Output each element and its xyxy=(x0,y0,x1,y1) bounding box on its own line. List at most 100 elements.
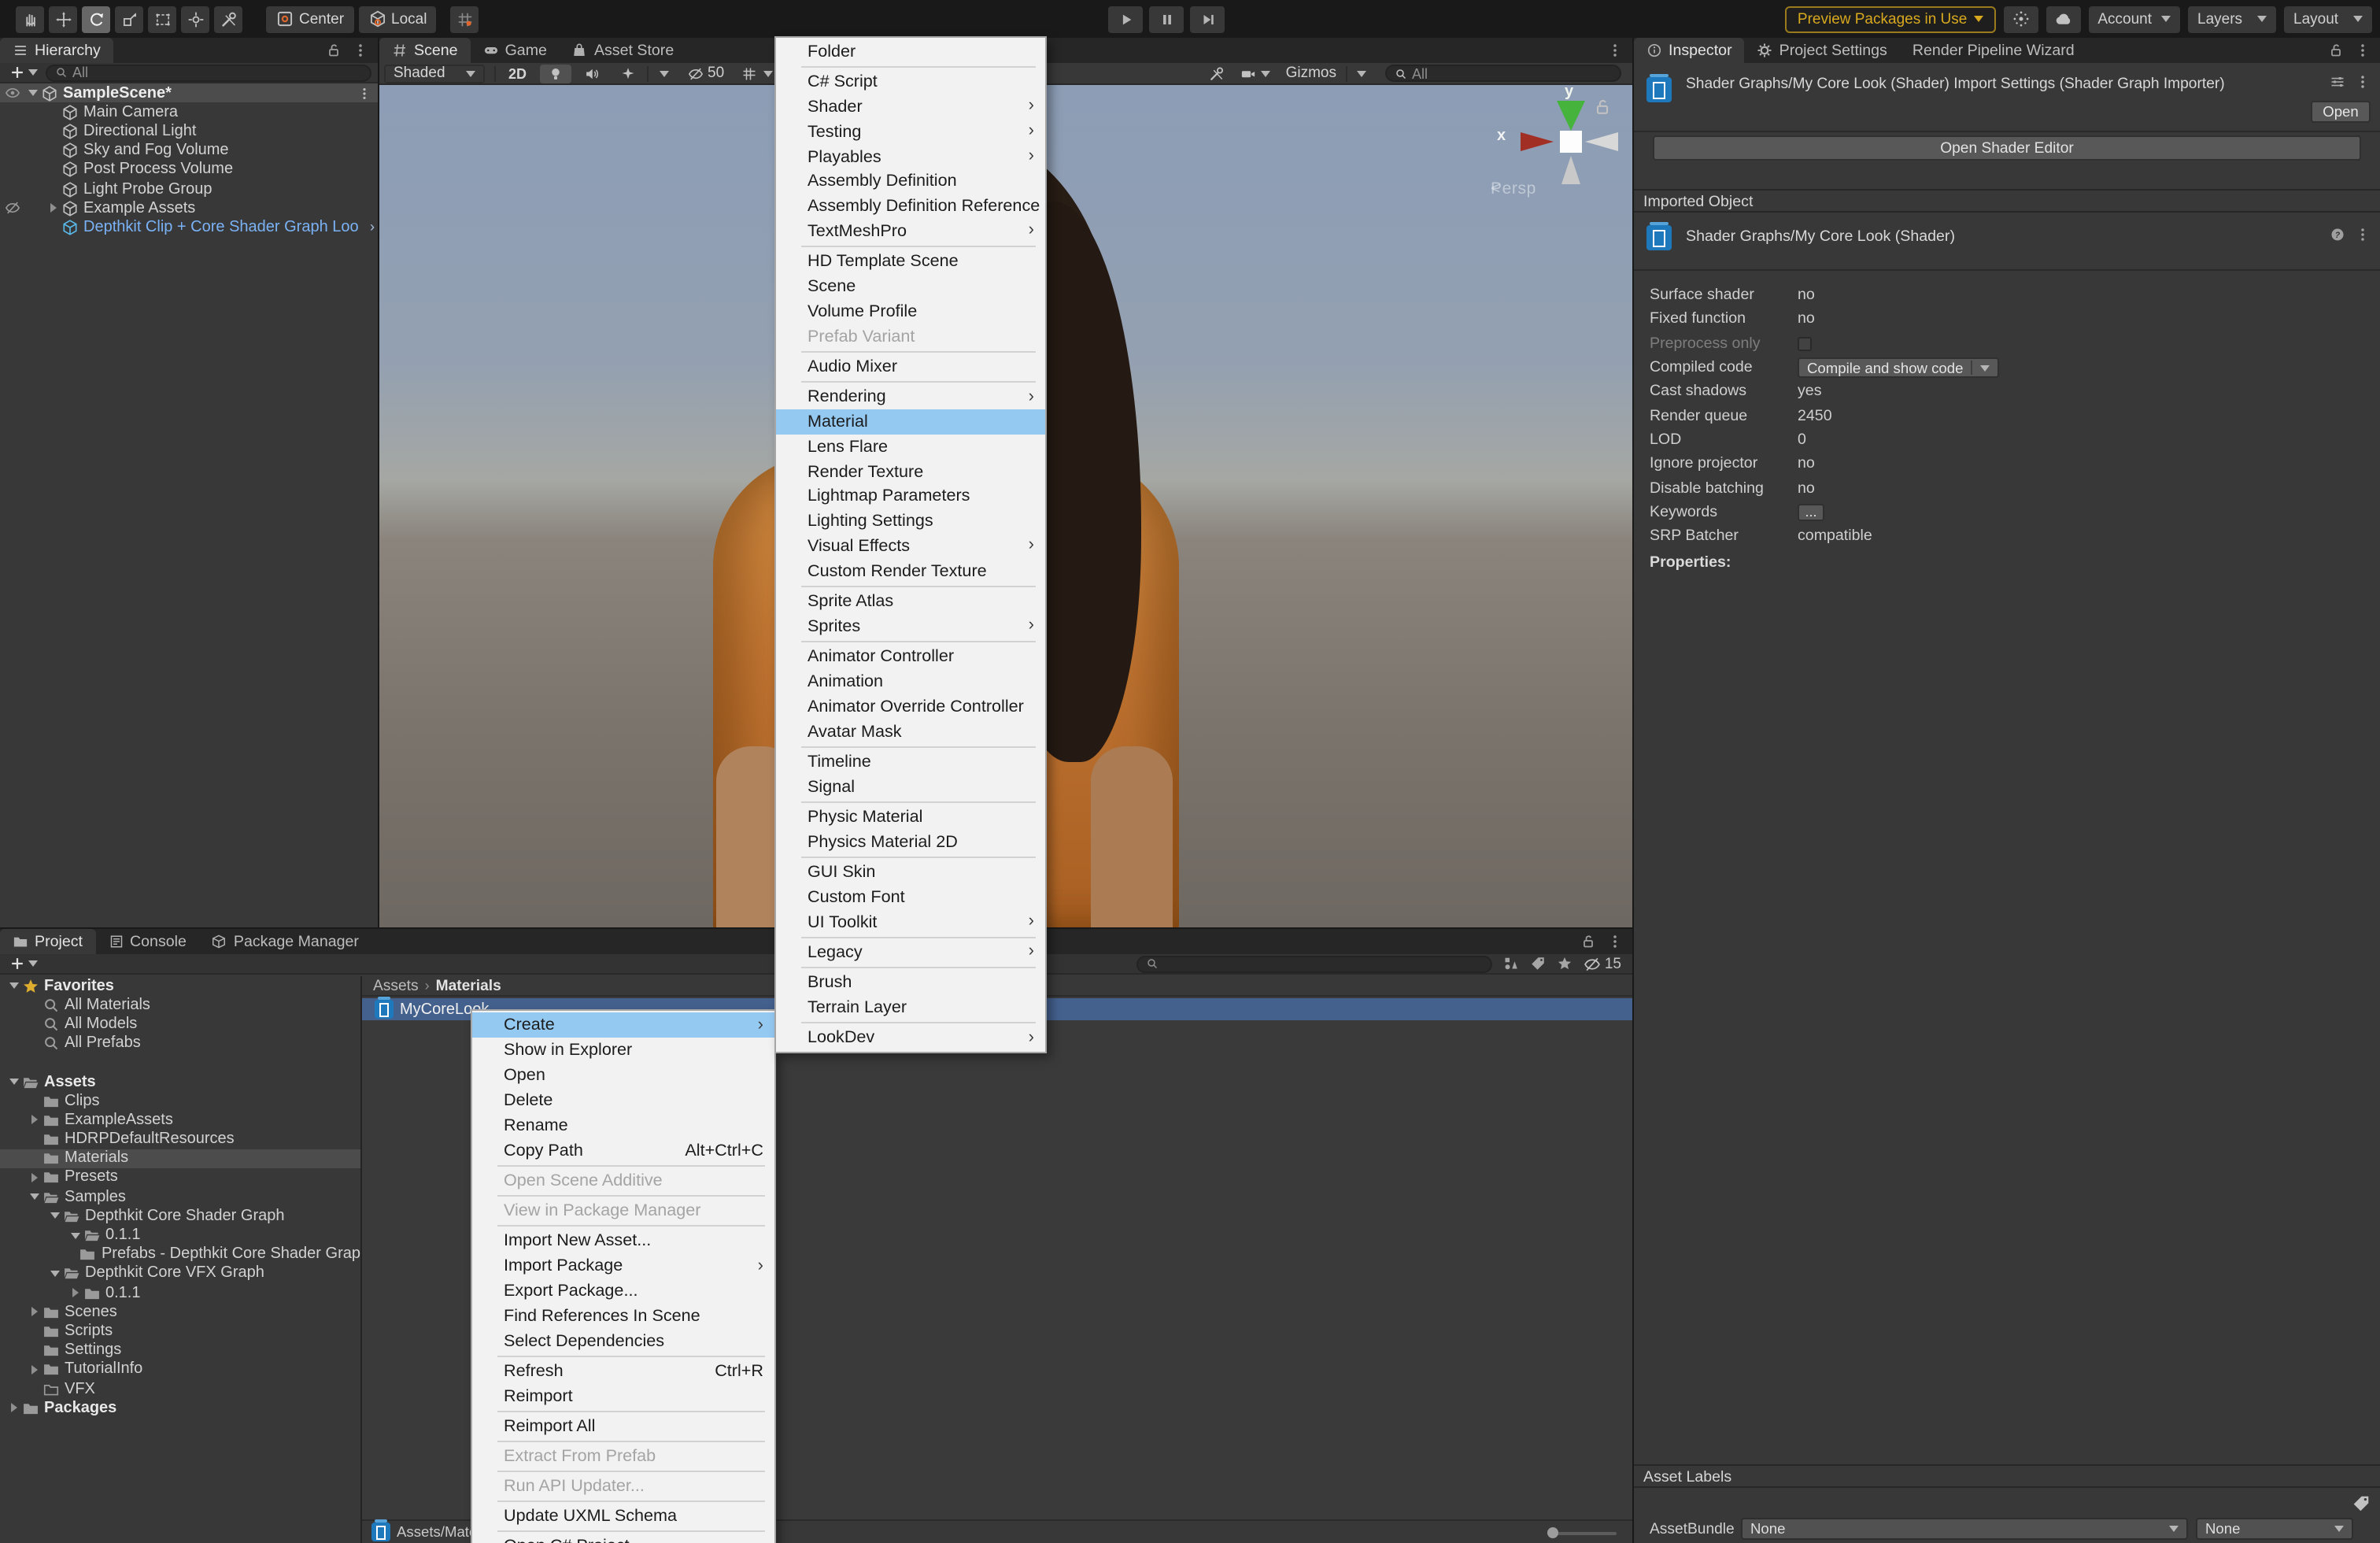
context-menu-item-import-new-asset[interactable]: Import New Asset... xyxy=(472,1228,774,1253)
project-tree-item-all-prefabs[interactable]: All Prefabs xyxy=(0,1034,360,1053)
kebab-menu-icon[interactable] xyxy=(2355,43,2371,58)
pivot-center-button[interactable]: Center xyxy=(266,6,353,32)
project-tree-item-clips[interactable]: Clips xyxy=(0,1091,360,1110)
tab-package-manager[interactable]: Package Manager xyxy=(199,929,371,954)
project-tree-item-presets[interactable]: Presets xyxy=(0,1168,360,1187)
hierarchy-create-button[interactable] xyxy=(6,65,41,80)
project-tree-item-samples[interactable]: Samples xyxy=(0,1187,360,1206)
scene-tools-button[interactable] xyxy=(1203,64,1231,83)
layout-dropdown[interactable]: Layout xyxy=(2284,6,2372,32)
context-menu-item-open-c-project[interactable]: Open C# Project xyxy=(472,1534,774,1543)
create-menu-item-gui-skin[interactable]: GUI Skin xyxy=(776,860,1045,885)
hierarchy-item-light-probe-group[interactable]: Light Probe Group xyxy=(0,179,378,198)
hierarchy-item-main-camera[interactable]: Main Camera xyxy=(0,102,378,121)
preview-packages-button[interactable]: Preview Packages in Use xyxy=(1785,6,1995,32)
account-dropdown[interactable]: Account xyxy=(2088,6,2180,32)
context-menu-item-reimport[interactable]: Reimport xyxy=(472,1384,774,1409)
cloud-button[interactable] xyxy=(2046,6,2080,32)
project-tree-item-0-1-1[interactable]: 0.1.1 xyxy=(0,1226,360,1245)
project-tree-item-settings[interactable]: Settings xyxy=(0,1341,360,1360)
hierarchy-item-depthkit-clip-core-shader-graph-loo[interactable]: Depthkit Clip + Core Shader Graph Loo› xyxy=(0,218,378,237)
hierarchy-item-example-assets[interactable]: Example Assets xyxy=(0,198,378,217)
create-menu-item-lighting-settings[interactable]: Lighting Settings xyxy=(776,509,1045,535)
grid-snap-button[interactable] xyxy=(450,6,479,32)
create-menu-item-assembly-definition[interactable]: Assembly Definition xyxy=(776,169,1045,194)
hierarchy-item-sky-and-fog-volume[interactable]: Sky and Fog Volume xyxy=(0,141,378,160)
create-menu-item-custom-font[interactable]: Custom Font xyxy=(776,885,1045,910)
kebab-menu-icon[interactable] xyxy=(2355,227,2371,242)
kebab-menu-icon[interactable] xyxy=(353,43,368,58)
context-menu-item-export-package[interactable]: Export Package... xyxy=(472,1278,774,1304)
context-menu-item-open[interactable]: Open xyxy=(472,1063,774,1088)
project-tree-item-0-1-1[interactable]: 0.1.1 xyxy=(0,1283,360,1302)
create-menu-item-render-texture[interactable]: Render Texture xyxy=(776,459,1045,484)
lock-icon[interactable] xyxy=(2328,43,2344,58)
create-menu-item-playables[interactable]: Playables› xyxy=(776,144,1045,169)
play-button[interactable] xyxy=(1108,6,1143,32)
create-menu-item-lightmap-parameters[interactable]: Lightmap Parameters xyxy=(776,484,1045,509)
tab-scene[interactable]: Scene xyxy=(379,38,471,63)
create-menu-item-signal[interactable]: Signal xyxy=(776,774,1045,799)
context-menu-item-refresh[interactable]: RefreshCtrl+R xyxy=(472,1359,774,1384)
assetbundle-dropdown[interactable]: None xyxy=(1741,1518,2188,1540)
kebab-menu-icon[interactable] xyxy=(1607,43,1623,58)
project-tree-item-all-materials[interactable]: All Materials xyxy=(0,995,360,1014)
breadcrumb-current[interactable]: Materials xyxy=(436,977,501,994)
create-menu-item-textmeshpro[interactable]: TextMeshPro› xyxy=(776,219,1045,244)
tab-inspector[interactable]: Inspector xyxy=(1634,38,1745,63)
favorites-star-icon[interactable] xyxy=(1558,956,1573,971)
project-tree-item-all-models[interactable]: All Models xyxy=(0,1015,360,1034)
2d-toggle-button[interactable]: 2D xyxy=(501,64,534,83)
project-create-button[interactable] xyxy=(6,956,41,971)
create-menu-item-rendering[interactable]: Rendering› xyxy=(776,385,1045,410)
context-menu-item-create[interactable]: Create› xyxy=(472,1012,774,1038)
create-menu-item-lens-flare[interactable]: Lens Flare xyxy=(776,435,1045,460)
kebab-menu-icon[interactable] xyxy=(2355,74,2371,90)
tab-game[interactable]: Game xyxy=(471,38,560,63)
preprocess-only-checkbox[interactable] xyxy=(1798,336,1812,350)
create-menu-item-visual-effects[interactable]: Visual Effects› xyxy=(776,534,1045,559)
custom-tools-button[interactable] xyxy=(214,6,242,32)
audio-toggle-button[interactable] xyxy=(575,64,607,83)
hierarchy-item-post-process-volume[interactable]: Post Process Volume xyxy=(0,161,378,179)
gizmos-dropdown[interactable]: Gizmos xyxy=(1280,64,1373,83)
scene-camera-dropdown[interactable] xyxy=(1234,64,1277,83)
collab-debug-button[interactable] xyxy=(2003,6,2038,32)
create-menu-item-material[interactable]: Material xyxy=(776,409,1045,435)
project-tree-item-materials[interactable]: Materials xyxy=(0,1149,360,1167)
assetbundle-variant-dropdown[interactable]: None xyxy=(2196,1518,2353,1540)
context-menu-item-show-in-explorer[interactable]: Show in Explorer xyxy=(472,1038,774,1063)
create-menu-item-brush[interactable]: Brush xyxy=(776,970,1045,995)
presets-icon[interactable] xyxy=(2330,74,2345,90)
move-tool-button[interactable] xyxy=(49,6,77,32)
create-menu-item-testing[interactable]: Testing› xyxy=(776,120,1045,145)
pause-button[interactable] xyxy=(1149,6,1184,32)
create-menu-item-volume-profile[interactable]: Volume Profile xyxy=(776,299,1045,324)
hand-tool-button[interactable] xyxy=(16,6,44,32)
create-menu-item-animator-override-controller[interactable]: Animator Override Controller xyxy=(776,694,1045,720)
kebab-icon[interactable] xyxy=(357,86,371,100)
tab-project[interactable]: Project xyxy=(0,929,95,954)
breadcrumb-root[interactable]: Assets xyxy=(373,977,419,994)
project-tree-item-tutorialinfo[interactable]: TutorialInfo xyxy=(0,1360,360,1379)
step-button[interactable] xyxy=(1190,6,1225,32)
create-menu-item-folder[interactable]: Folder xyxy=(776,39,1045,65)
scale-tool-button[interactable] xyxy=(115,6,143,32)
project-search-input[interactable] xyxy=(1137,955,1493,972)
project-tree-item-scenes[interactable]: Scenes xyxy=(0,1302,360,1321)
kebab-menu-icon[interactable] xyxy=(1607,934,1623,949)
project-tree-item-depthkit-core-vfx-graph[interactable]: Depthkit Core VFX Graph xyxy=(0,1264,360,1283)
create-menu-item-physic-material[interactable]: Physic Material xyxy=(776,805,1045,830)
project-tree-item-prefabs-depthkit-core-shader-grap[interactable]: Prefabs - Depthkit Core Shader Grap xyxy=(0,1245,360,1264)
project-tree-item-assets[interactable]: Assets xyxy=(0,1072,360,1091)
project-hidden-count[interactable]: 15 xyxy=(1584,955,1626,972)
create-menu-item-ui-toolkit[interactable]: UI Toolkit› xyxy=(776,909,1045,934)
hierarchy-item-samplescene[interactable]: SampleScene* xyxy=(0,83,378,102)
scene-search-input[interactable]: All xyxy=(1385,65,1621,82)
context-menu-item-import-package[interactable]: Import Package› xyxy=(472,1253,774,1278)
create-menu-item-custom-render-texture[interactable]: Custom Render Texture xyxy=(776,559,1045,584)
project-tree-item-hdrpdefaultresources[interactable]: HDRPDefaultResources xyxy=(0,1130,360,1149)
create-menu-item-terrain-layer[interactable]: Terrain Layer xyxy=(776,995,1045,1020)
create-menu-item-legacy[interactable]: Legacy› xyxy=(776,940,1045,965)
lock-icon[interactable] xyxy=(326,43,342,58)
